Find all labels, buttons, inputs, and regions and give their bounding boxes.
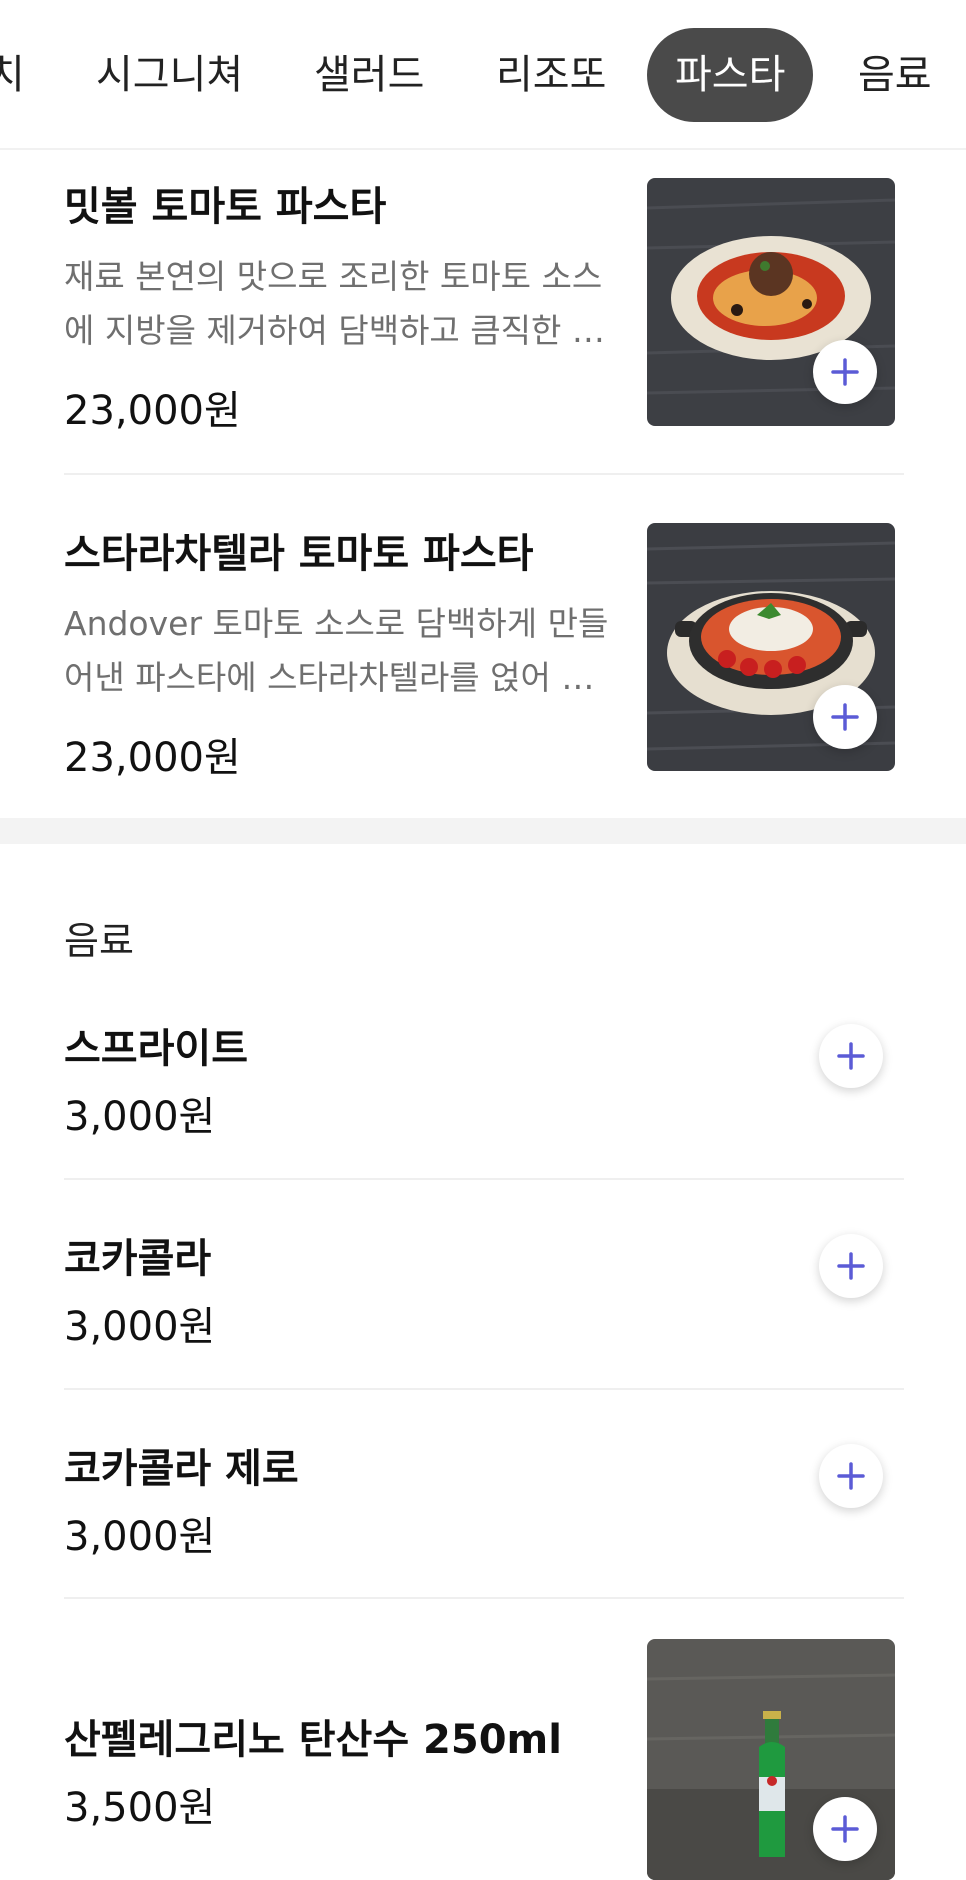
- item-name: 산펠레그리노 탄산수 250ml: [64, 1717, 562, 1763]
- tab-previous-category[interactable]: 치: [0, 28, 25, 122]
- menu-item-coca-cola-zero[interactable]: 코카콜라 제로 3,000원: [0, 1390, 966, 1598]
- tab-pasta[interactable]: 파스타: [647, 28, 814, 122]
- item-price: 3,500원: [64, 1785, 216, 1831]
- plus-icon: [837, 1252, 865, 1280]
- menu-item-stracciatella-pasta[interactable]: 스타라차텔라 토마토 파스타 Andover 토마토 소스로 담백하게 만들어낸…: [0, 475, 966, 818]
- menu-item-coca-cola[interactable]: 코카콜라 3,000원: [0, 1180, 966, 1388]
- add-to-cart-button[interactable]: [819, 1024, 883, 1088]
- plus-icon: [831, 703, 859, 731]
- plus-icon: [831, 358, 859, 386]
- item-name: 스타라차텔라 토마토 파스타: [64, 531, 534, 577]
- menu-item-sprite[interactable]: 스프라이트 3,000원: [0, 1000, 966, 1178]
- item-price: 3,000원: [64, 1304, 216, 1350]
- plus-icon: [837, 1462, 865, 1490]
- menu-item-san-pellegrino[interactable]: 산펠레그리노 탄산수 250ml 3,500원: [0, 1599, 966, 1880]
- menu-item-meatball-pasta[interactable]: 밋볼 토마토 파스타 재료 본연의 맛으로 조리한 토마토 소스에 지방을 제거…: [0, 150, 966, 475]
- tab-risotto[interactable]: 리조또: [496, 28, 606, 122]
- item-price: 3,000원: [64, 1094, 216, 1140]
- plus-icon: [831, 1815, 859, 1843]
- item-name: 코카콜라: [64, 1236, 212, 1282]
- add-to-cart-button[interactable]: [813, 1797, 877, 1861]
- item-name: 스프라이트: [64, 1026, 248, 1072]
- item-name: 밋볼 토마토 파스타: [64, 184, 387, 230]
- item-description: 재료 본연의 맛으로 조리한 토마토 소스에 지방을 제거하여 담백하고 큼직한…: [64, 257, 603, 350]
- tab-salad[interactable]: 샐러드: [314, 28, 424, 122]
- add-to-cart-button[interactable]: [819, 1444, 883, 1508]
- add-to-cart-button[interactable]: [819, 1234, 883, 1298]
- add-to-cart-button[interactable]: [813, 685, 877, 749]
- tab-signature[interactable]: 시그니쳐: [96, 28, 243, 122]
- section-title-drinks: 음료: [64, 919, 134, 963]
- add-to-cart-button[interactable]: [813, 340, 877, 404]
- item-price: 23,000원: [64, 735, 241, 781]
- category-tab-bar: 치 시그니쳐 샐러드 리조또 파스타 음료: [0, 0, 966, 150]
- item-name: 코카콜라 제로: [64, 1446, 299, 1492]
- tab-drinks[interactable]: 음료: [858, 28, 932, 122]
- item-description: Andover 토마토 소스로 담백하게 만들어낸 파스타에 스타라차텔라를 얹…: [64, 604, 609, 697]
- item-price: 3,000원: [64, 1514, 216, 1560]
- plus-icon: [837, 1042, 865, 1070]
- item-price: 23,000원: [64, 388, 241, 434]
- section-separator: [0, 818, 966, 844]
